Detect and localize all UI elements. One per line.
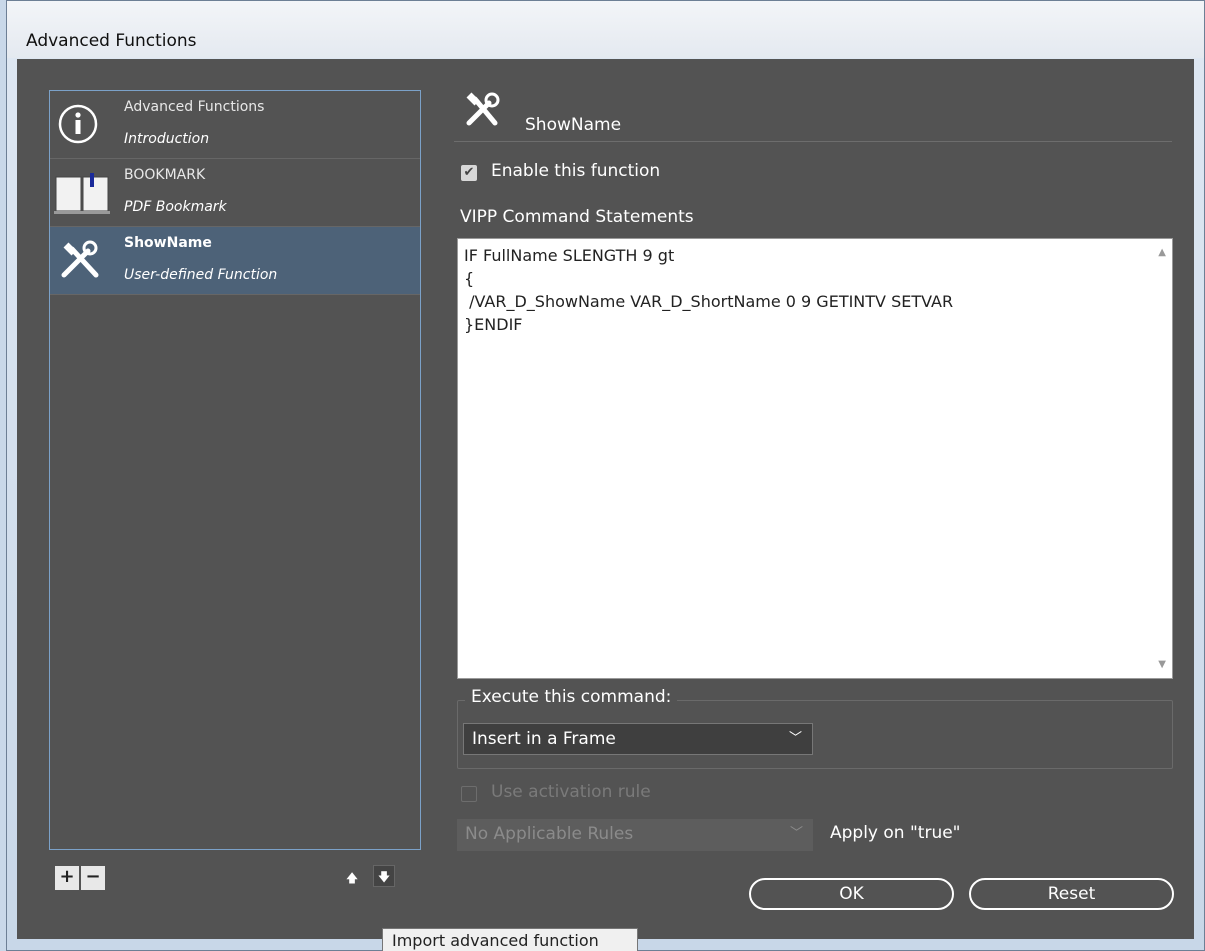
add-function-button[interactable]: + [55, 866, 79, 890]
scroll-up-icon[interactable]: ▲ [1158, 247, 1166, 258]
list-item-description: User-defined Function [124, 267, 278, 283]
list-item-name: BOOKMARK [124, 167, 206, 183]
remove-function-button[interactable]: − [81, 866, 105, 890]
move-up-button[interactable]: 🡅 [341, 867, 363, 889]
rules-value: No Applicable Rules [465, 824, 634, 844]
tools-icon [61, 240, 99, 278]
dialog-window: Advanced Functions Advanced Functions In… [6, 0, 1205, 951]
execute-dropdown[interactable]: Insert in a Frame ﹀ [463, 723, 813, 755]
book-icon [54, 173, 110, 214]
arrow-down-icon: 🡇 [377, 870, 391, 884]
execute-value: Insert in a Frame [472, 729, 616, 749]
list-item-advanced-functions[interactable]: Advanced Functions Introduction [50, 91, 420, 159]
execute-label: Execute this command: [465, 687, 678, 707]
chevron-down-icon: ﹀ [789, 826, 803, 841]
function-list[interactable]: Advanced Functions Introduction BOOKMARK… [49, 90, 421, 850]
enable-function-checkbox[interactable]: ✔ [461, 165, 477, 181]
dialog-body: Advanced Functions Introduction BOOKMARK… [17, 59, 1194, 939]
enable-function-label: Enable this function [491, 161, 661, 181]
arrow-up-icon: 🡅 [345, 871, 359, 885]
title-bar[interactable]: Advanced Functions [7, 1, 1204, 58]
chevron-down-icon: ﹀ [788, 731, 802, 746]
scroll-down-icon[interactable]: ▼ [1158, 659, 1166, 670]
list-item-name: ShowName [124, 235, 212, 251]
tools-icon [466, 92, 500, 126]
ok-button[interactable]: OK [749, 878, 954, 910]
list-item-description: Introduction [124, 131, 210, 147]
list-item-description: PDF Bookmark [124, 199, 227, 215]
command-editor[interactable]: IF FullName SLENGTH 9 gt { /VAR_D_ShowNa… [457, 238, 1173, 679]
list-item-name: Advanced Functions [124, 99, 265, 115]
window-title: Advanced Functions [26, 31, 197, 51]
header-divider [454, 141, 1172, 142]
function-name: ShowName [525, 115, 622, 135]
activation-rule-label: Use activation rule [491, 782, 651, 802]
list-item-bookmark[interactable]: BOOKMARK PDF Bookmark [50, 159, 420, 227]
tooltip: Import advanced function [382, 928, 638, 951]
commands-label: VIPP Command Statements [460, 207, 694, 227]
list-item-showname[interactable]: ShowName User-defined Function [50, 227, 420, 295]
command-text[interactable]: IF FullName SLENGTH 9 gt { /VAR_D_ShowNa… [464, 244, 953, 336]
rules-dropdown[interactable]: No Applicable Rules ﹀ [457, 819, 813, 851]
info-icon [58, 104, 98, 144]
import-function-button[interactable]: 🡇 [373, 865, 395, 887]
apply-label: Apply on "true" [830, 823, 961, 843]
reset-button[interactable]: Reset [969, 878, 1174, 910]
activation-rule-checkbox[interactable] [461, 786, 477, 802]
